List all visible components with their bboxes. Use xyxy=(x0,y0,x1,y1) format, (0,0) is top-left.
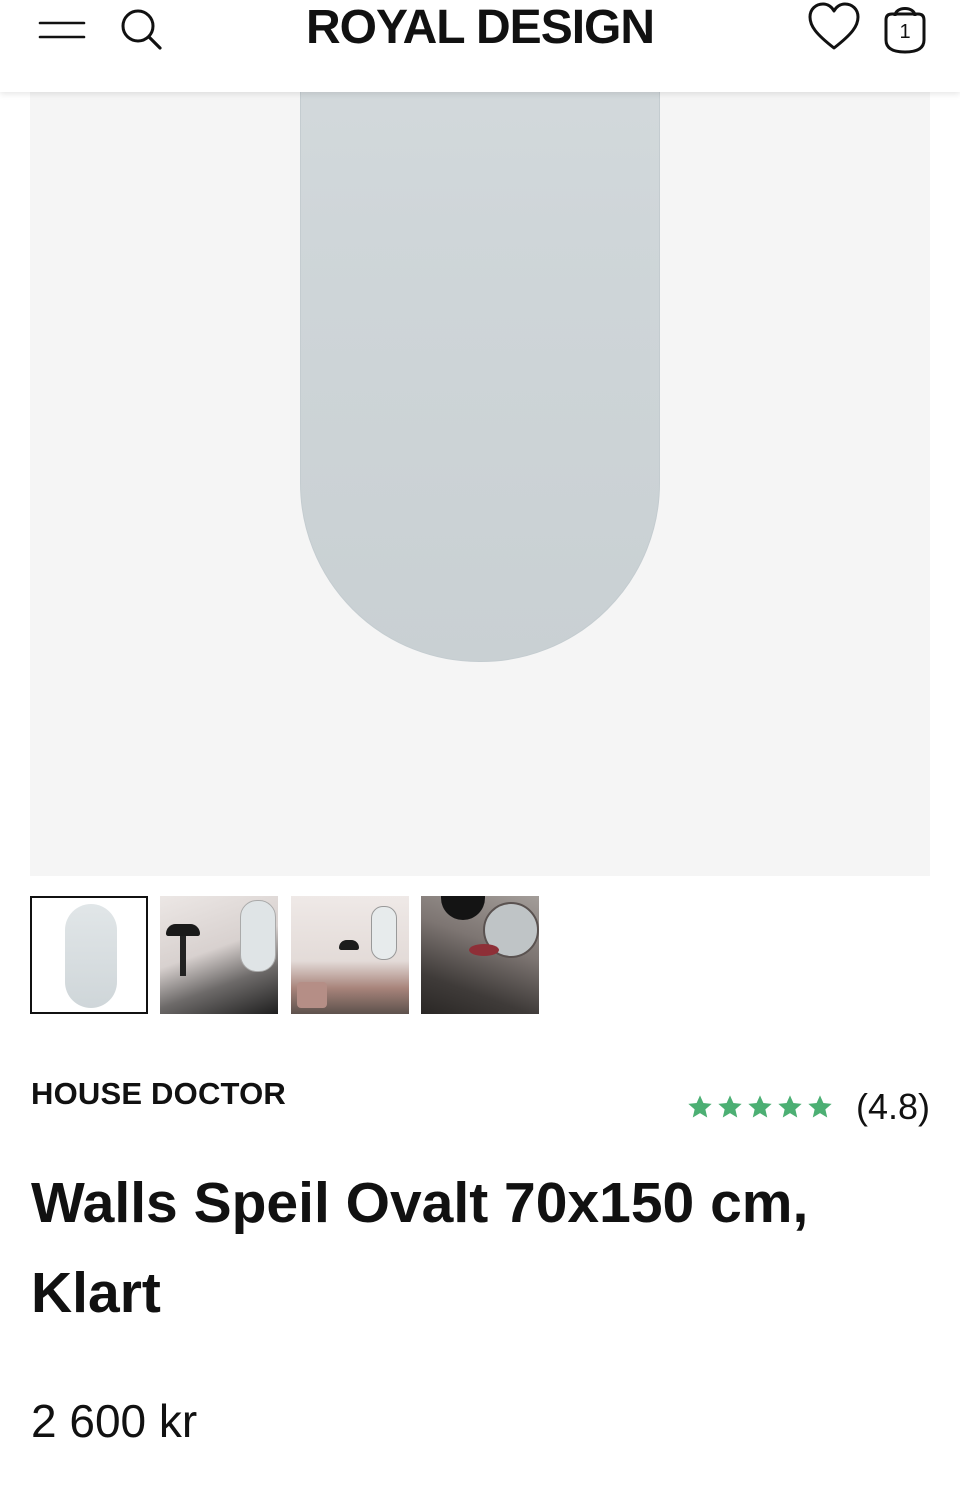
thumbnail-lifestyle-room[interactable] xyxy=(291,896,409,1014)
search-icon xyxy=(121,9,162,50)
menu-button[interactable] xyxy=(38,12,86,46)
product-main-image[interactable] xyxy=(30,92,930,876)
star-icon xyxy=(718,1095,742,1118)
product-price: 2 600 kr xyxy=(31,1395,198,1447)
flowers-shape xyxy=(469,944,499,956)
thumbnail-lifestyle-table[interactable] xyxy=(160,896,278,1014)
product-title: Walls Speil Ovalt 70x150 cm, Klart xyxy=(31,1171,809,1325)
wishlist-button[interactable] xyxy=(806,0,862,54)
rating-stars xyxy=(686,1093,834,1121)
thumbnail-mirror-image xyxy=(65,904,117,1008)
lamp-shape xyxy=(339,940,359,950)
thumbnail-lifestyle-detail[interactable] xyxy=(421,896,539,1014)
lamp-stand-shape xyxy=(180,936,186,976)
site-header: ROYAL DESIGN 1 xyxy=(0,0,960,92)
chair-shape xyxy=(297,982,327,1008)
star-icon xyxy=(808,1095,832,1118)
star-icon xyxy=(778,1095,802,1118)
mirror-product-image xyxy=(300,92,660,662)
rating-value: (4.8) xyxy=(855,1086,930,1127)
lamp-shape xyxy=(166,924,200,936)
mirror-shape xyxy=(240,900,276,972)
cart-button[interactable]: 1 xyxy=(878,0,932,56)
star-icon xyxy=(748,1095,772,1118)
product-thumbnail-strip xyxy=(30,896,550,1016)
thumbnail-mirror[interactable] xyxy=(30,896,148,1014)
heart-icon xyxy=(808,2,860,50)
lamp-shape xyxy=(441,896,485,920)
search-button[interactable] xyxy=(118,4,164,50)
mirror-shape xyxy=(371,906,397,960)
product-brand[interactable]: HOUSE DOCTOR xyxy=(31,1074,286,1114)
star-icon xyxy=(688,1095,712,1118)
menu-icon xyxy=(38,21,86,39)
product-rating[interactable]: (4.8) xyxy=(686,1086,930,1128)
cart-count-badge: 1 xyxy=(899,21,911,43)
